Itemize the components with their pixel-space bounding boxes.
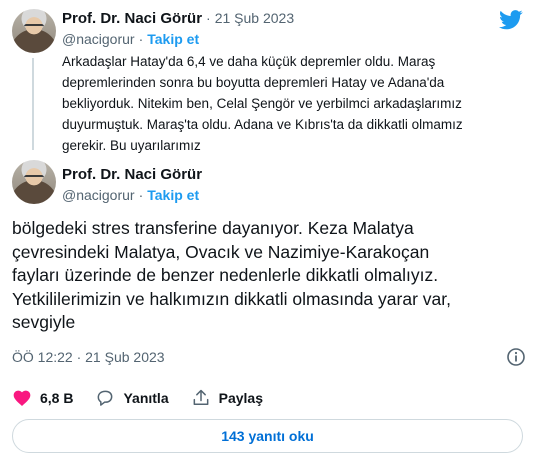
main-tweet-text: bölgedeki stres transferine dayanıyor. K… — [12, 217, 527, 335]
avatar[interactable] — [12, 160, 56, 204]
avatar[interactable] — [12, 9, 56, 53]
text-line: bölgedeki stres transferine dayanıyor. K… — [12, 218, 414, 238]
share-icon — [193, 389, 209, 405]
like-count: 6,8 B — [40, 390, 74, 406]
text-line: bekliyorduk. Nitekim ben, Celal Şengör v… — [62, 96, 462, 111]
separator-dot: · — [138, 187, 144, 203]
main-author-row: Prof. Dr. Naci Görür — [62, 166, 202, 183]
quoted-handle-row: @nacigorur · Takip et — [62, 31, 199, 47]
text-line: Yetkililerimizin ve halkımızın dikkatli … — [12, 288, 451, 309]
share-button[interactable]: Paylaş — [191, 388, 263, 408]
tweet-date[interactable]: 21 Şub 2023 — [215, 10, 294, 26]
text-line: duyurmuştuk. Maraş'ta oldu. Adana ve Kıb… — [62, 117, 463, 132]
reply-button[interactable]: Yanıtla — [95, 388, 169, 408]
author-handle[interactable]: @nacigorur — [62, 31, 135, 47]
main-handle-row: @nacigorur · Takip et — [62, 187, 199, 203]
quoted-author-row: Prof. Dr. Naci Görür · 21 Şub 2023 — [62, 10, 294, 27]
follow-button[interactable]: Takip et — [147, 31, 199, 47]
author-name[interactable]: Prof. Dr. Naci Görür — [62, 166, 202, 183]
like-button[interactable]: 6,8 B — [12, 388, 73, 408]
text-line: çevresindeki Malatya, Ovacık ve Nazimiye… — [12, 241, 430, 262]
read-replies-button[interactable]: 143 yanıtı oku — [12, 419, 523, 453]
author-name[interactable]: Prof. Dr. Naci Görür — [62, 10, 202, 27]
twitter-logo-icon[interactable] — [499, 10, 523, 30]
text-line: fayları üzerinde de benzer nedenlerle di… — [12, 265, 439, 285]
text-line: Arkadaşlar Hatay'da 6,4 ve daha küçük de… — [62, 54, 436, 69]
quoted-tweet-text: Arkadaşlar Hatay'da 6,4 ve daha küçük de… — [62, 51, 527, 156]
text-line: gerekir. Bu uyarılarımız — [62, 138, 201, 153]
heart-icon — [13, 390, 31, 406]
tweet-actions: 6,8 B Yanıtla Paylaş — [12, 388, 285, 408]
info-icon[interactable] — [506, 347, 526, 367]
share-label: Paylaş — [218, 390, 263, 406]
reply-icon — [98, 390, 113, 406]
tweet-timestamp[interactable]: ÖÖ 12:22 · 21 Şub 2023 — [12, 349, 165, 365]
reply-label: Yanıtla — [123, 390, 169, 406]
glasses-decoration — [24, 24, 44, 29]
follow-button[interactable]: Takip et — [147, 187, 199, 203]
thread-connector-line — [32, 58, 34, 150]
separator-dot: · — [138, 31, 144, 47]
text-line: depremlerinden sonra bu boyutta depremle… — [62, 75, 445, 90]
separator-dot: · — [206, 10, 211, 26]
glasses-decoration — [24, 175, 44, 180]
author-handle[interactable]: @nacigorur — [62, 187, 135, 203]
text-line: sevgiyle — [12, 312, 76, 332]
